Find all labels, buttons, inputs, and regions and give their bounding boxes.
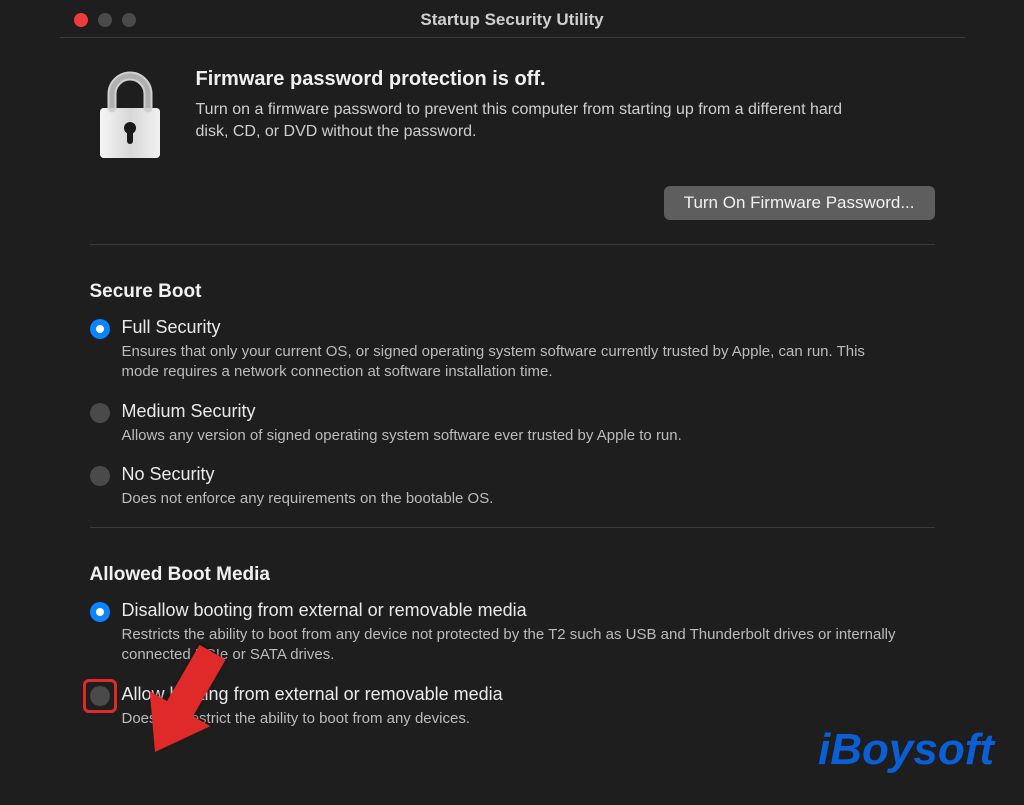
allowed-boot-media-section: Allowed Boot Media Disallow booting from… [90,528,935,729]
window-title: Startup Security Utility [60,10,965,30]
radio-text: Allow booting from external or removable… [122,684,935,729]
radio-full-security[interactable]: Full Security Ensures that only your cur… [90,317,935,383]
firmware-heading: Firmware password protection is off. [196,68,935,91]
allowed-boot-media-title: Allowed Boot Media [90,564,935,586]
radio-desc: Restricts the ability to boot from any d… [122,625,902,666]
firmware-section: Firmware password protection is off. Tur… [90,68,935,245]
firmware-description: Turn on a firmware password to prevent t… [196,99,856,142]
radio-text: Medium Security Allows any version of si… [122,401,935,446]
content: Firmware password protection is off. Tur… [60,38,965,729]
lock-icon [90,68,170,220]
secure-boot-title: Secure Boot [90,281,935,303]
window: Startup Security Utility [60,0,965,729]
radio-medium-security[interactable]: Medium Security Allows any version of si… [90,401,935,446]
firmware-button-row: Turn On Firmware Password... [196,186,935,220]
radio-label: Allow booting from external or removable… [122,684,935,705]
radio-desc: Ensures that only your current OS, or si… [122,342,902,383]
radio-label: No Security [122,464,935,485]
radio-text: No Security Does not enforce any require… [122,464,935,509]
radio-desc: Does not restrict the ability to boot fr… [122,709,902,729]
radio-allow-external[interactable]: Allow booting from external or removable… [90,684,935,729]
watermark: iBoysoft [818,725,994,775]
radio-indicator [90,602,110,622]
radio-text: Full Security Ensures that only your cur… [122,317,935,383]
radio-indicator [90,466,110,486]
radio-label: Disallow booting from external or remova… [122,600,935,621]
turn-on-firmware-password-button[interactable]: Turn On Firmware Password... [664,186,935,220]
radio-label: Full Security [122,317,935,338]
radio-indicator [90,686,110,706]
radio-indicator [90,403,110,423]
radio-label: Medium Security [122,401,935,422]
radio-desc: Allows any version of signed operating s… [122,426,902,446]
secure-boot-section: Secure Boot Full Security Ensures that o… [90,245,935,509]
radio-no-security[interactable]: No Security Does not enforce any require… [90,464,935,509]
radio-indicator [90,319,110,339]
titlebar: Startup Security Utility [60,8,965,38]
radio-desc: Does not enforce any requirements on the… [122,489,902,509]
radio-text: Disallow booting from external or remova… [122,600,935,666]
radio-disallow-external[interactable]: Disallow booting from external or remova… [90,600,935,666]
firmware-text: Firmware password protection is off. Tur… [196,68,935,220]
